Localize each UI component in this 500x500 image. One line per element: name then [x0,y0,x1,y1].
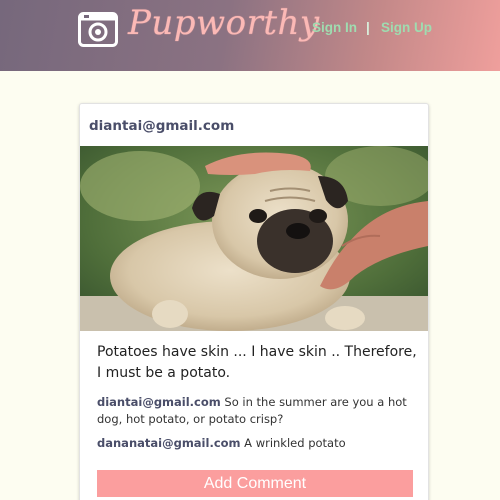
post-author[interactable]: diantai@gmail.com [89,118,234,134]
sign-up-link[interactable]: Sign Up [381,20,432,35]
add-comment-button[interactable]: Add Comment [97,470,413,497]
post-card: diantai@gmail.com Potatoes have skin ...… [79,103,429,500]
nav-separator: | [366,20,370,35]
pug-photo [80,146,428,331]
camera-icon[interactable] [78,12,118,47]
comment-author[interactable]: dananatai@gmail.com [97,436,241,450]
comment-item: dananatai@gmail.com A wrinkled potato [97,435,417,452]
comment-author[interactable]: diantai@gmail.com [97,395,221,409]
comment-item: diantai@gmail.com So in the summer are y… [97,394,417,428]
brand-logo[interactable]: Pupworthy [128,3,320,43]
post-caption: Potatoes have skin ... I have skin .. Th… [97,344,417,381]
comment-text: A wrinkled potato [244,436,346,450]
site-header: Pupworthy Sign In | Sign Up [0,0,500,71]
sign-in-link[interactable]: Sign In [312,20,357,35]
